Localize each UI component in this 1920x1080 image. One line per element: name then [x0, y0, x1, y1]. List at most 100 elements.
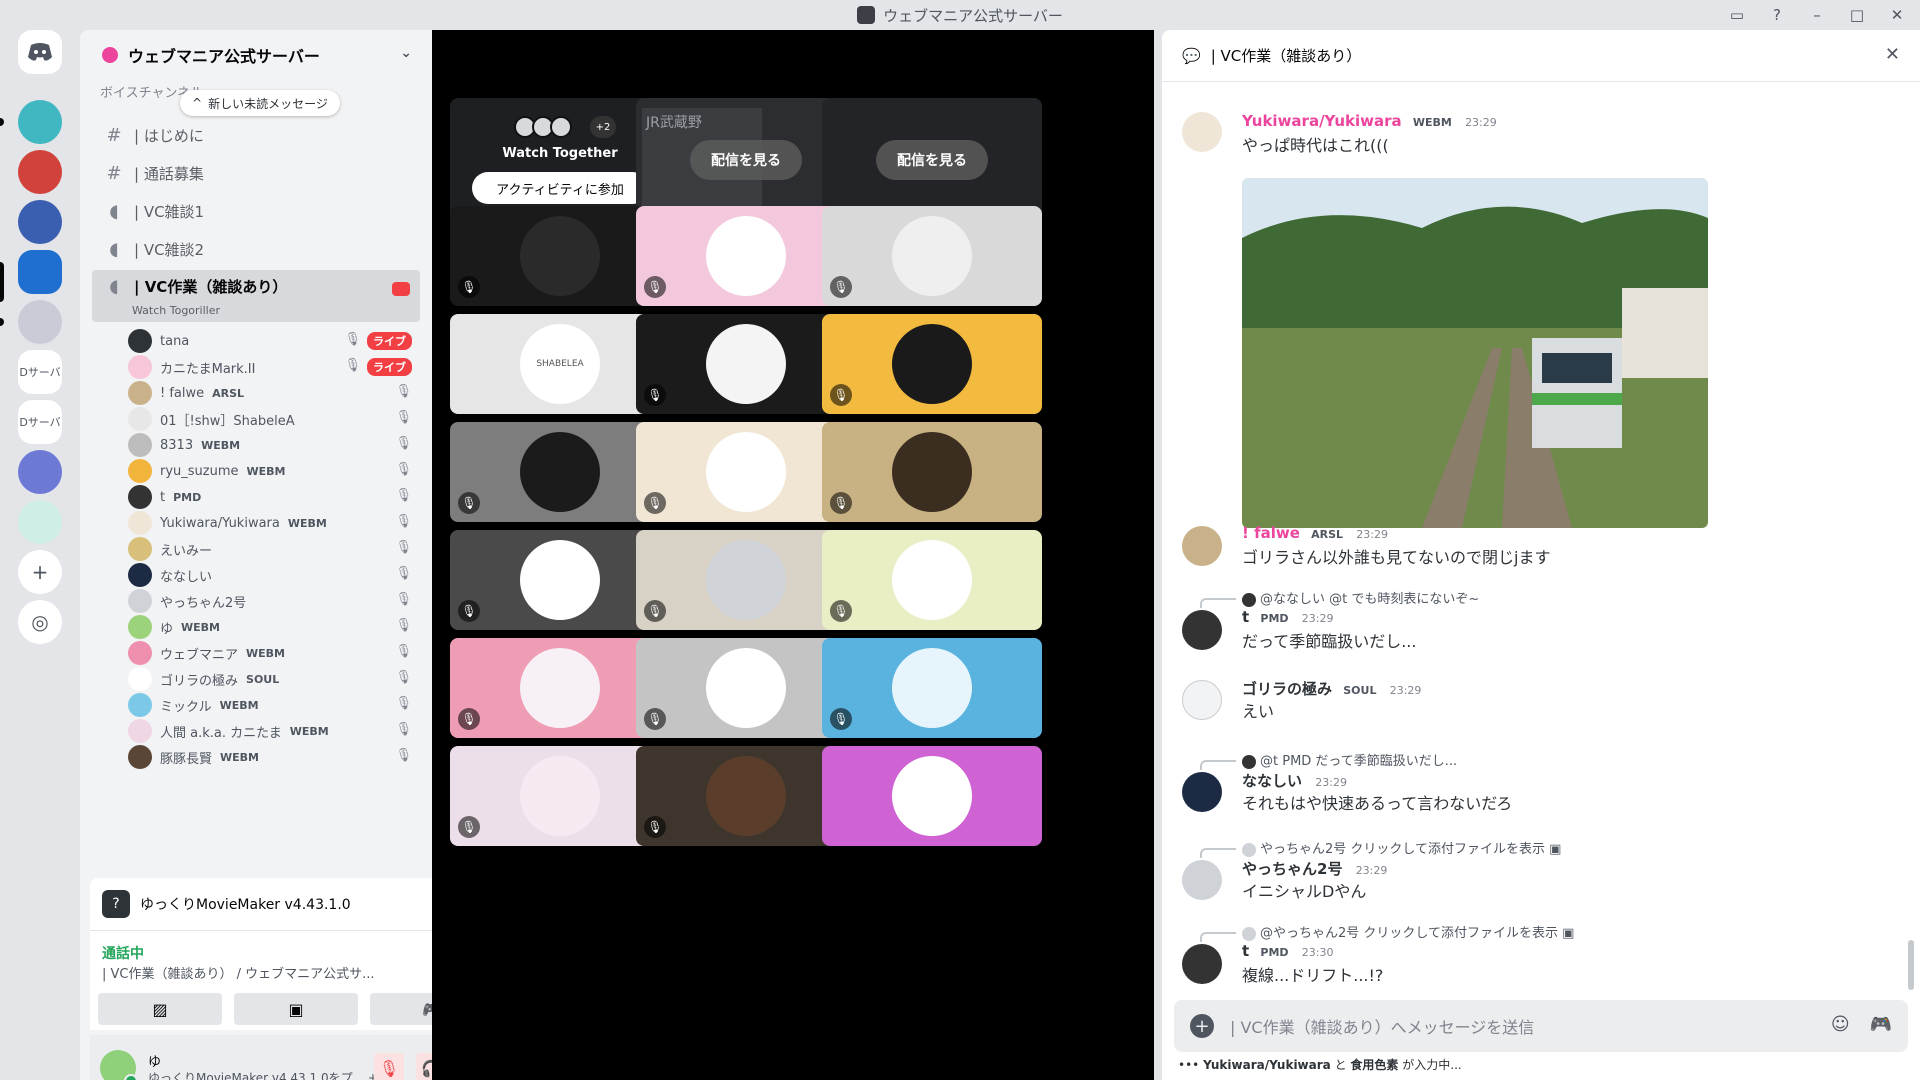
message-content: やっぱ時代はこれ((( [1242, 136, 1389, 155]
reply-preview[interactable]: @t PMD だって季節臨扱いだし... [1242, 750, 1457, 769]
composer-placeholder[interactable]: | VC作業（雑談あり）へメッセージを送信 [1230, 1014, 1534, 1038]
channel-vc-zatsudan-2[interactable]: ◖ | VC雑談2 [92, 232, 420, 266]
screen-share-button[interactable]: ▣ [234, 993, 358, 1025]
inbox-icon[interactable]: ▭ [1722, 2, 1752, 28]
role-tag: PMD [1260, 612, 1289, 625]
server-icon-5[interactable] [18, 300, 62, 344]
voice-channel-link[interactable]: | VC作業（雑談あり） / ウェブマニア公式サ... [102, 963, 432, 982]
message-author[interactable]: t PMD 23:30 [1242, 942, 1333, 960]
arrow-up-icon: ^ [192, 96, 203, 110]
message-item: @ななしい @t でも時刻表にないぞ~ t PMD 23:29 だって季節臨扱い… [1182, 586, 1902, 666]
unread-messages-pill[interactable]: ^ 新しい未読メッセージ [180, 90, 340, 116]
mute-mic-button[interactable]: 🎙 [374, 1053, 404, 1080]
message-author[interactable]: Yukiwara/Yukiwara WEBM 23:29 [1242, 112, 1497, 130]
avatar[interactable] [100, 1050, 138, 1080]
voice-user-name: ミックル [160, 699, 212, 715]
live-badge: ライブ [367, 332, 412, 350]
channel-vc-zatsudan-1[interactable]: ◖ | VC雑談1 [92, 194, 420, 228]
help-icon[interactable]: ? [1762, 2, 1792, 28]
reply-preview[interactable]: やっちゃん2号 クリックして添付ファイルを表示 ▣ [1242, 838, 1561, 857]
discover-icon[interactable]: ◎ [18, 600, 62, 644]
avatar[interactable] [1182, 772, 1222, 812]
maximize-button[interactable]: □ [1842, 2, 1872, 28]
camera-off-button[interactable]: ▨ [98, 993, 222, 1025]
avatar[interactable] [1182, 610, 1222, 650]
muted-mic-icon: 🎙 [644, 492, 666, 514]
avatar[interactable] [1182, 112, 1222, 152]
avatar[interactable] [1182, 944, 1222, 984]
activity-game-icon[interactable]: 🎮 [1870, 1014, 1892, 1035]
muted-mic-icon: 🎙 [395, 488, 412, 503]
reply-connector [1200, 848, 1236, 858]
muted-mic-icon: 🎙 [395, 384, 412, 399]
server-icon-2[interactable] [18, 150, 62, 194]
message-author[interactable]: やっちゃん2号 23:29 [1242, 858, 1387, 879]
channel-hajimeni[interactable]: # | はじめに [92, 118, 420, 152]
voice-state-icons: 🎙 [395, 384, 412, 399]
server-folder-2[interactable]: Dサーバ [18, 400, 62, 444]
muted-mic-icon: 🎙 [644, 816, 666, 838]
participant-count: +2 [590, 116, 616, 138]
avatar [1242, 592, 1256, 607]
avatar [128, 563, 152, 587]
participant-tile[interactable]: 🎙 [822, 530, 1042, 630]
participant-tile[interactable]: 🎙 [822, 638, 1042, 738]
channel-tsuwa-boshu[interactable]: # | 通話募集 [92, 156, 420, 190]
message-author[interactable]: ゴリラの極み SOUL 23:29 [1242, 678, 1421, 699]
voice-user-name: ウェブマニア [160, 647, 239, 663]
muted-mic-icon: 🎙 [395, 722, 412, 737]
server-icon-1[interactable] [18, 100, 62, 144]
message-time: 23:29 [1465, 116, 1497, 129]
muted-mic-icon: 🎙 [458, 708, 480, 730]
stream-tile-2[interactable]: 配信を見る [822, 98, 1042, 222]
attached-train-photo[interactable] [1242, 178, 1708, 528]
add-server-icon[interactable]: + [18, 550, 62, 594]
title-bar-controls: ▭ ? – □ ✕ [1722, 0, 1912, 30]
server-icon-active[interactable] [18, 250, 62, 294]
watch-stream-button[interactable]: 配信を見る [690, 140, 802, 180]
message-author[interactable]: ! falwe ARSL 23:29 [1242, 524, 1388, 542]
close-chat-icon[interactable]: ✕ [1885, 44, 1900, 65]
server-folder-1[interactable]: Dサーバ [18, 350, 62, 394]
channel-vc-sagyo[interactable]: ◖ | VC作業（雑談あり） Watch Togoriller [92, 270, 420, 322]
join-activity-button[interactable]: アクティビティに参加 [472, 172, 648, 204]
discord-home-icon[interactable] [18, 30, 62, 74]
attach-plus-icon[interactable]: + [1190, 1014, 1214, 1038]
reply-preview[interactable]: @ななしい @t でも時刻表にないぞ~ [1242, 588, 1479, 607]
minimize-button[interactable]: – [1802, 2, 1832, 28]
participant-tile[interactable]: 🎙 [822, 206, 1042, 306]
emoji-icon[interactable]: ☺ [1831, 1014, 1850, 1035]
message-composer[interactable]: + | VC作業（雑談あり）へメッセージを送信 ☺ 🎮 [1174, 1000, 1908, 1052]
voice-user-row[interactable]: 豚豚長賢 WEBM 🎙 [128, 742, 420, 772]
message-author[interactable]: t PMD 23:29 [1242, 608, 1333, 626]
close-window-button[interactable]: ✕ [1882, 2, 1912, 28]
participant-tile[interactable]: 🎙 [822, 422, 1042, 522]
message-author[interactable]: ななしい 23:29 [1242, 770, 1347, 791]
role-tag: ARSL [1311, 528, 1344, 541]
voice-status[interactable]: 通話中 [102, 943, 144, 963]
voice-channel-icon: ◖ [109, 238, 119, 260]
avatar[interactable] [1182, 526, 1222, 566]
avatar[interactable] [1182, 680, 1222, 720]
server-icon-7[interactable] [18, 500, 62, 544]
voice-state-icons: 🎙 [395, 514, 412, 529]
user-name: ゆ [148, 1055, 162, 1070]
chat-scrollbar[interactable] [1908, 940, 1914, 990]
server-icon-6[interactable] [18, 450, 62, 494]
server-boost-icon [102, 47, 118, 63]
server-icon-3[interactable] [18, 200, 62, 244]
avatar [892, 432, 972, 512]
participant-tile[interactable] [822, 746, 1042, 846]
image-attachment-icon: ▣ [1562, 926, 1575, 941]
live-indicator-icon [392, 282, 410, 296]
avatar[interactable] [1182, 860, 1222, 900]
voice-user-name: ゆ [160, 621, 174, 637]
message-content: それもはや快速あるって言わないだろ [1242, 794, 1513, 813]
avatar [128, 537, 152, 561]
reply-preview[interactable]: @やっちゃん2号 クリックして添付ファイルを表示 ▣ [1242, 922, 1574, 941]
server-header[interactable]: ウェブマニア公式サーバー ⌄ [80, 30, 432, 80]
channel-sidebar: ウェブマニア公式サーバー ⌄ ボイスチャンネル ^ 新しい未読メッセージ # |… [80, 30, 502, 1080]
participant-tile[interactable]: 🎙 [822, 314, 1042, 414]
threads-icon[interactable]: 💬 [1182, 47, 1201, 65]
watch-stream-button[interactable]: 配信を見る [876, 140, 988, 180]
